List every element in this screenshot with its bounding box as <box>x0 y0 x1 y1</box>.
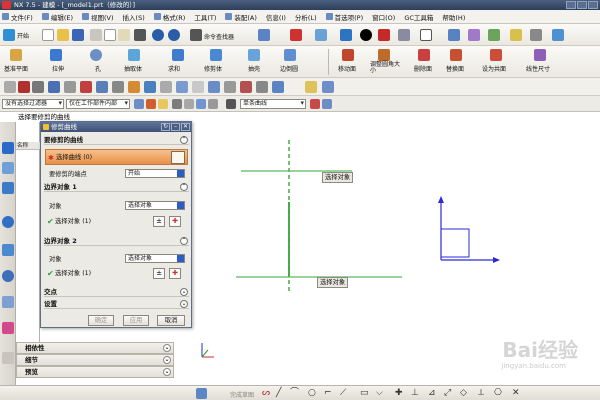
trim-curve-dialog: 修剪曲线 ↻ – ✕ 要修剪的曲线 ⌃ ✱ 选择曲线 (0) 要修剪的端点 开始… <box>40 121 192 328</box>
offset-icon[interactable]: ⤢ <box>444 388 451 399</box>
close-dialog-button[interactable]: ✕ <box>181 123 190 131</box>
finish-sketch-icon[interactable] <box>196 388 207 399</box>
derived-lines-icon[interactable]: ⟂ <box>478 388 484 399</box>
boundary1-object-dropdown[interactable]: 选择对象 <box>125 201 185 210</box>
datum-x-arrow <box>493 257 500 263</box>
roles-icon[interactable] <box>2 352 14 364</box>
system-materials-icon[interactable] <box>2 296 14 308</box>
navigator-section-preview[interactable]: 预览 ⌄ <box>16 366 174 378</box>
expand-icon[interactable]: ⌄ <box>180 288 188 296</box>
endpoint-label: 要修剪的端点 <box>49 171 87 178</box>
profile-icon[interactable]: ᔕ <box>262 388 270 399</box>
endpoint-dropdown[interactable]: 开始 <box>125 169 185 178</box>
apply-button[interactable]: 应用 <box>123 315 149 326</box>
group-boundary-1[interactable]: 边界对象 1 ⌃ <box>44 182 189 192</box>
constraint-navigator-icon[interactable] <box>2 162 14 174</box>
sketch-toolbar: 完成草图 ᔕ ╱ ⌒ ○ ⌐ ⟋ ▭ ⌵ ✚ ⊥ ⊿ ⤢ ◇ ⟂ ⎔ ✕ <box>0 385 600 400</box>
fillet-icon[interactable]: ⌐ <box>324 388 332 399</box>
checkmark-icon: ✔ <box>47 269 54 278</box>
boundary1-object-label: 对象 <box>49 203 62 210</box>
boundary2-select-row[interactable]: ✔ 选择对象 (1) <box>45 266 188 282</box>
circle-icon[interactable]: ○ <box>308 388 316 399</box>
datum-plane-square[interactable] <box>440 228 470 258</box>
chamfer-icon[interactable]: ⟋ <box>340 388 346 399</box>
datum-y-arrow <box>438 196 444 203</box>
boundary2-select-label: 选择对象 (1) <box>55 270 92 277</box>
navigator-section-dependencies[interactable]: 相依性 ⌄ <box>16 342 174 354</box>
collapse-icon[interactable]: ⌃ <box>180 237 188 245</box>
dialog-title: 修剪曲线 <box>51 123 77 131</box>
dialog-title-bar[interactable]: 修剪曲线 ↻ – ✕ <box>41 122 191 132</box>
boundary2-object-dropdown[interactable]: 选择对象 <box>125 254 185 263</box>
part-navigator: 名称 <box>16 122 40 342</box>
resource-bar <box>0 122 16 385</box>
selection-tag-bottom[interactable]: 选择对象 <box>317 277 349 288</box>
expand-icon[interactable]: ⌄ <box>180 300 188 308</box>
ok-button[interactable]: 确定 <box>88 315 114 326</box>
cancel-button[interactable]: 取消 <box>157 315 185 326</box>
boundary2-object-label: 对象 <box>49 256 62 263</box>
collapse-icon[interactable]: ⌃ <box>180 136 188 144</box>
mirror-icon[interactable]: ⊿ <box>428 388 436 399</box>
finish-sketch-label[interactable]: 完成草图 <box>230 390 254 399</box>
curve-select-icon[interactable] <box>171 151 185 164</box>
arc-icon[interactable]: ⌒ <box>290 388 299 399</box>
point-constructor-icon[interactable]: ✚ <box>169 216 181 227</box>
trim-curve-icon <box>43 124 49 130</box>
point-constructor-icon[interactable]: ✚ <box>169 268 181 279</box>
select-curve-row[interactable]: ✱ 选择曲线 (0) <box>45 149 188 165</box>
reuse-library-icon[interactable] <box>2 216 14 228</box>
expand-icon[interactable]: ⌄ <box>163 356 171 364</box>
pattern-icon[interactable]: ◇ <box>460 388 467 399</box>
select-curve-label: 选择曲线 (0) <box>56 154 93 161</box>
group-boundary-2[interactable]: 边界对象 2 ⌃ <box>44 236 189 246</box>
navigator-column-header[interactable]: 名称 <box>16 142 40 150</box>
wcs-y-axis <box>201 349 209 358</box>
palette-icon[interactable] <box>2 322 14 334</box>
navigator-section-details[interactable]: 细节 ⌄ <box>16 354 174 366</box>
part-navigator-icon[interactable] <box>2 182 14 194</box>
selection-tag-top[interactable]: 选择对象 <box>322 172 354 183</box>
checkmark-icon: ✔ <box>47 217 54 226</box>
group-curve-to-trim[interactable]: 要修剪的曲线 ⌃ <box>44 135 189 145</box>
rectangle-icon[interactable]: ▭ <box>360 388 369 399</box>
required-star-icon: ✱ <box>48 154 54 162</box>
reset-button[interactable]: ↻ <box>161 123 170 131</box>
group-intersection[interactable]: 交点 ⌄ <box>44 287 189 297</box>
group-settings[interactable]: 设置 ⌄ <box>44 299 189 309</box>
watermark-url: jingyan.baidu.com <box>501 362 566 370</box>
point-icon[interactable]: ✚ <box>395 388 403 399</box>
point-dialog-icon[interactable]: ± <box>153 268 165 279</box>
expand-icon[interactable]: ⌄ <box>163 368 171 376</box>
boundary1-select-label: 选择对象 (1) <box>55 218 92 225</box>
minimize-dialog-button[interactable]: – <box>171 123 180 131</box>
boundary1-select-row[interactable]: ✔ 选择对象 (1) <box>45 214 188 230</box>
expand-icon[interactable]: ⌄ <box>163 344 171 352</box>
collapse-icon[interactable]: ⌃ <box>180 183 188 191</box>
constraint-icon[interactable]: ✕ <box>512 388 520 399</box>
assembly-navigator-icon[interactable] <box>2 142 14 154</box>
line-icon[interactable]: ╱ <box>276 388 281 399</box>
point-dialog-icon[interactable]: ± <box>153 216 165 227</box>
watermark-logo: Bai经验 <box>502 338 578 362</box>
quick-trim-icon[interactable]: ⊥ <box>411 388 419 399</box>
polygon-icon[interactable]: ⌵ <box>376 388 383 399</box>
project-curve-icon[interactable]: ⎔ <box>494 388 502 399</box>
history-icon[interactable] <box>2 270 14 282</box>
web-browser-icon[interactable] <box>2 244 14 256</box>
